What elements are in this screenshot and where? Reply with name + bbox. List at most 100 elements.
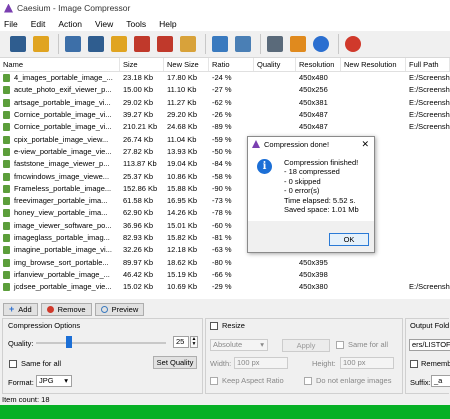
output-folder-input[interactable]: ers/LISTOF [409,339,450,351]
table-cell: 210.21 Kb [123,122,158,132]
table-cell: 62.90 Kb [123,208,154,218]
dialog-line: Saved space: 1.01 Mb [284,205,359,215]
quality-slider-handle[interactable] [66,336,72,348]
do-not-enlarge-checkbox[interactable] [304,377,312,385]
file-name: cpix_portable_image_view... [14,134,109,144]
remove-item-button[interactable] [132,34,152,54]
add-button[interactable]: + Add [3,303,38,316]
preview-button[interactable] [233,34,253,54]
table-row[interactable]: Cornice_portable_image_vi... 39.27 Kb 29.2… [0,108,450,122]
file-name: freevimager_portable_ima... [14,196,108,206]
table-row[interactable]: jcdsee_portable_image_vie... 15.02 Kb 10.6… [0,281,450,294]
same-for-all-resize-checkbox[interactable] [336,341,344,349]
file-name: Cornice_portable_image_vi... [14,122,112,132]
menu-tools[interactable]: Tools [126,19,146,29]
suffix-input[interactable]: _a [431,375,450,387]
format-label: Format: [8,378,34,387]
width-input[interactable]: 100 px [234,357,288,369]
table-row[interactable]: faststone_image_viewer_p... 113.87 Kb 19.0… [0,158,450,171]
table-cell: 15.00 Kb [123,85,154,95]
toolbar-separator [260,34,261,54]
col-ratio[interactable]: Ratio [209,58,254,71]
settings-gear-button[interactable] [288,34,308,54]
table-row[interactable]: irfanview_portable_image_... 46.42 Kb 15.1… [0,269,450,281]
table-row[interactable]: imageglass_portable_imag... 82.93 Kb 15.82… [0,231,450,245]
table-row[interactable]: artsage_portable_image_vi... 29.02 Kb 11.2… [0,97,450,109]
table-row[interactable]: imagine_portable_image_vi... 32.26 Kb 12.1… [0,244,450,256]
file-name: faststone_image_viewer_p... [14,159,110,169]
table-cell: 15.02 Kb [123,282,154,292]
table-row[interactable]: freevimager_portable_ima... 61.58 Kb 16.95… [0,195,450,207]
power-button[interactable] [343,34,363,54]
close-icon[interactable]: ✕ [361,139,369,150]
table-row[interactable]: fmcwindows_image_viewe... 25.37 Kb 10.86 K… [0,170,450,182]
save-icon [88,36,104,52]
col-new-resolution[interactable]: New Resolution [341,58,406,71]
table-row[interactable]: Frameless_portable_image... 152.86 Kb 15.8… [0,182,450,195]
save-list-button[interactable] [63,34,83,54]
col-name[interactable]: Name [0,58,120,71]
quality-spinner[interactable]: ▲ ▼ [190,336,198,348]
table-cell: E:/Screensh [409,85,450,95]
col-new-size[interactable]: New Size [164,58,209,71]
tools-button[interactable] [265,34,285,54]
file-table[interactable]: Name Size New Size Ratio Quality Resolut… [0,58,450,299]
menu-edit[interactable]: Edit [31,19,46,29]
col-resolution[interactable]: Resolution [296,58,341,71]
format-select[interactable]: JPG ▾ [36,375,72,387]
broom-button[interactable] [178,34,198,54]
col-quality[interactable]: Quality [254,58,296,71]
col-size[interactable]: Size [120,58,164,71]
table-cell: 46.42 Kb [123,269,154,279]
preview-button[interactable]: Preview [94,303,145,316]
same-for-all-quality-checkbox[interactable] [9,360,17,368]
table-cell: -62 % [212,97,232,107]
table-row[interactable]: img_browse_sort_portable... 89.97 Kb 18.62… [0,256,450,269]
compression-options-title: Compression Options [8,321,81,330]
info-button[interactable] [311,34,331,54]
table-cell: E:/Screensh [409,282,450,292]
same-for-all-resize-label: Same for all [348,340,389,349]
resize-checkbox[interactable] [210,322,218,330]
image-file-icon [3,270,10,279]
add-folder-button[interactable] [31,34,51,54]
table-row[interactable]: honey_view_portable_ima... 62.90 Kb 14.26 … [0,207,450,220]
open-list-button[interactable] [109,34,129,54]
table-cell: 11.27 Kb [167,97,197,107]
file-name-cell: Frameless_portable_image... [0,183,120,195]
table-row[interactable]: e-view_portable_image_vie... 27.82 Kb 13.9… [0,146,450,158]
table-cell: -27 % [212,85,232,95]
remember-checkbox[interactable] [410,360,418,368]
col-full-path[interactable]: Full Path [406,58,450,71]
remove-item-icon [134,36,150,52]
keep-aspect-ratio-checkbox[interactable] [210,377,218,385]
menu-file[interactable]: File [4,19,18,29]
menu-help[interactable]: Help [159,19,176,29]
set-quality-button[interactable]: Set Quality [153,356,197,369]
remove-all-button[interactable] [155,34,175,54]
resize-mode-select[interactable]: Absolute ▾ [210,339,268,351]
apply-button[interactable]: Apply [282,339,330,352]
quality-value-input[interactable]: 25 [173,336,189,348]
add-files-button[interactable] [8,34,28,54]
toolbar-separator [338,34,339,54]
save-button[interactable] [86,34,106,54]
quality-slider-track[interactable] [36,342,166,344]
table-cell: 450x380 [299,282,328,292]
table-row[interactable]: image_viewer_software_po... 36.96 Kb 15.01… [0,220,450,232]
menu-view[interactable]: View [95,19,113,29]
ok-button[interactable]: OK [329,233,369,246]
table-cell: 15.88 Kb [167,183,198,193]
table-row[interactable]: Cornice_portable_image_vi... 210.21 Kb 24.… [0,121,450,133]
table-row[interactable]: acute_photo_exif_viewer_p... 15.00 Kb 11.1… [0,84,450,97]
power-icon [345,36,361,52]
menu-action[interactable]: Action [58,19,82,29]
file-name-cell: fmcwindows_image_viewe... [0,171,120,183]
table-row[interactable]: 4_images_portable_image_... 23.18 Kb 17.80… [0,72,450,84]
table-cell: 15.82 Kb [167,233,198,242]
search-button[interactable] [210,34,230,54]
file-name: Frameless_portable_image... [14,183,112,193]
table-row[interactable]: cpix_portable_image_view... 26.74 Kb 11.04… [0,133,450,146]
remove-button[interactable]: Remove [40,303,92,316]
height-input[interactable]: 100 px [340,357,394,369]
